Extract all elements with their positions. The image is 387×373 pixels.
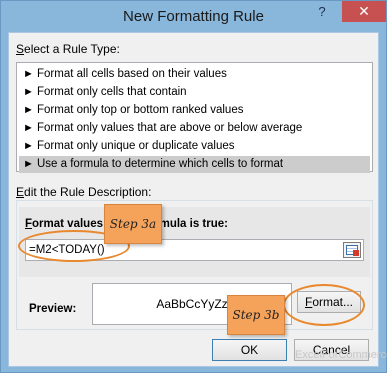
- formula-label-accel: F: [25, 218, 33, 230]
- rule-type-item-label: Use a formula to determine which cells t…: [37, 158, 284, 170]
- rule-type-item[interactable]: ► Format only unique or duplicate values: [19, 138, 370, 155]
- ok-button[interactable]: OK: [212, 339, 287, 361]
- rule-type-item[interactable]: ► Format only values that are above or be…: [19, 120, 370, 137]
- step-3a-callout: Step 3a: [104, 204, 162, 244]
- help-button[interactable]: ?: [307, 2, 337, 22]
- rule-type-heading-accel: S: [16, 42, 25, 56]
- rule-type-heading-text: elect a Rule Type:: [24, 42, 120, 56]
- arrow-icon: ►: [23, 122, 34, 134]
- rule-type-item-label: Format all cells based on their values: [37, 68, 227, 80]
- rule-type-item[interactable]: ► Format all cells based on their values: [19, 66, 370, 83]
- formula-label-text-a: ormat values w: [32, 218, 116, 230]
- dialog-window: New Formatting Rule ? ✕ Select a Rule Ty…: [0, 0, 387, 373]
- step-3b-highlight-ring: [283, 284, 365, 326]
- preview-sample-text: AaBbCcYyZz: [156, 297, 228, 311]
- rule-type-item-label: Format only top or bottom ranked values: [37, 104, 244, 116]
- rule-type-heading: Select a Rule Type:: [16, 42, 120, 56]
- rule-type-item[interactable]: ► Format only cells that contain: [19, 84, 370, 101]
- rule-description-heading: Edit the Rule Description:: [16, 185, 151, 199]
- arrow-icon: ►: [23, 68, 34, 80]
- arrow-icon: ►: [23, 158, 34, 170]
- rule-type-item-selected[interactable]: ► Use a formula to determine which cells …: [19, 156, 370, 173]
- title-bar[interactable]: New Formatting Rule ? ✕: [1, 1, 386, 32]
- arrow-icon: ►: [23, 140, 34, 152]
- arrow-icon: ►: [23, 104, 34, 116]
- rule-type-item-label: Format only unique or duplicate values: [37, 140, 235, 152]
- step-3b-callout: Step 3b: [227, 295, 285, 335]
- rule-type-list[interactable]: ► Format all cells based on their values …: [16, 62, 373, 173]
- rule-type-item-label: Format only cells that contain: [37, 86, 187, 98]
- formula-label-text-b: rmula is true:: [155, 218, 228, 230]
- close-button[interactable]: ✕: [342, 1, 386, 22]
- rule-description-heading-text: dit the Rule Description:: [24, 185, 152, 199]
- collapse-dialog-button[interactable]: [343, 242, 361, 258]
- watermark-text: ExcelForCommerce: [295, 349, 387, 361]
- rule-description-heading-accel: E: [16, 185, 25, 199]
- rule-type-item[interactable]: ► Format only top or bottom ranked values: [19, 102, 370, 119]
- preview-label: Preview:: [29, 303, 77, 315]
- rule-type-item-label: Format only values that are above or bel…: [37, 122, 303, 134]
- range-selector-icon-marker: [353, 250, 359, 256]
- arrow-icon: ►: [23, 86, 34, 98]
